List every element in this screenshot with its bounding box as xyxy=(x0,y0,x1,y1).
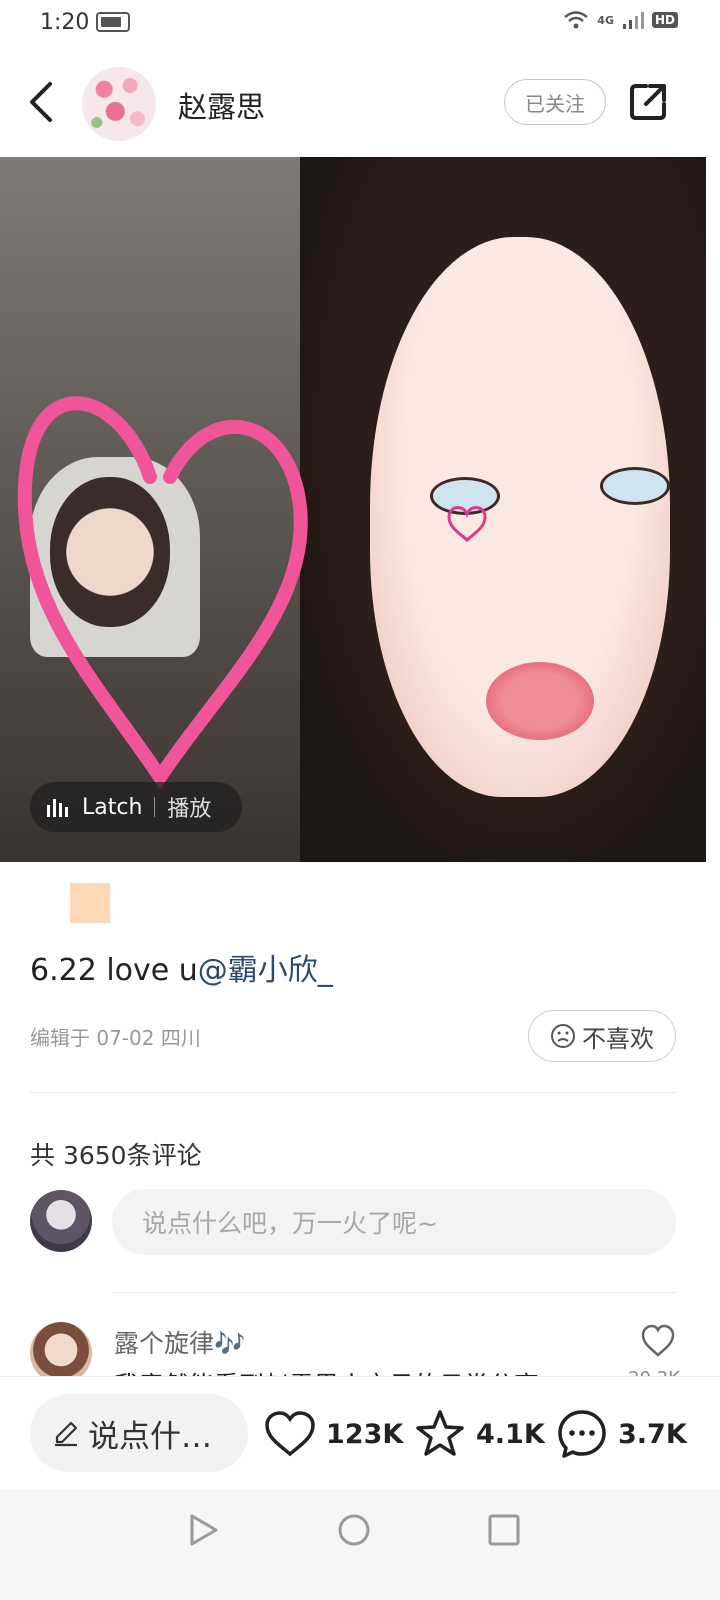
post-photo[interactable] xyxy=(0,157,706,862)
status-indicators: 4G HD xyxy=(563,10,678,30)
comment-total: 3.7K xyxy=(618,1418,687,1450)
share-icon[interactable] xyxy=(626,80,670,124)
pencil-icon xyxy=(55,1421,78,1447)
dislike-label: 不喜欢 xyxy=(582,1024,654,1053)
audio-bars-icon xyxy=(47,799,68,817)
recents-square-icon[interactable] xyxy=(486,1512,522,1548)
status-time: 1:20 xyxy=(40,10,90,35)
star-icon xyxy=(416,1410,464,1456)
sticker-image xyxy=(70,883,110,923)
network-label: 4G xyxy=(597,13,614,27)
heart-doodle xyxy=(17,396,308,790)
music-pill[interactable]: Latch 播放 xyxy=(30,782,242,832)
divider xyxy=(30,1092,676,1093)
caption-text: 6.22 love u xyxy=(30,953,198,988)
system-nav-bar xyxy=(0,1490,720,1600)
wifi-icon xyxy=(564,11,589,29)
dislike-button[interactable]: 不喜欢 xyxy=(528,1010,676,1062)
comment-bubble-icon xyxy=(558,1410,606,1458)
mention-link[interactable]: @霸小欣_ xyxy=(198,953,333,988)
follow-button[interactable]: 已关注 xyxy=(504,79,606,125)
sad-face-icon xyxy=(551,1024,575,1048)
divider xyxy=(112,1292,676,1293)
signal-icon xyxy=(622,12,644,29)
say-label: 说点什… xyxy=(88,1418,212,1455)
home-circle-icon[interactable] xyxy=(336,1512,372,1548)
status-bar: 1:20 4G HD xyxy=(0,0,720,46)
music-title: Latch xyxy=(82,794,143,820)
play-label[interactable]: 播放 xyxy=(167,791,211,823)
author-avatar[interactable] xyxy=(82,67,156,141)
hd-badge: HD xyxy=(651,12,678,28)
comment-count: 共 3650条评论 xyxy=(30,1141,202,1170)
comment-button[interactable]: 3.7K xyxy=(556,1404,687,1464)
say-something-button[interactable]: 说点什… xyxy=(30,1394,248,1472)
battery-icon xyxy=(96,12,130,32)
back-arrow-icon[interactable] xyxy=(22,78,62,126)
like-count: 123K xyxy=(326,1418,404,1450)
my-avatar xyxy=(30,1190,92,1252)
heart-icon xyxy=(265,1411,315,1457)
post-caption: 6.22 love u@霸小欣_ xyxy=(30,945,333,989)
post-meta: 编辑于 07-02 四川 xyxy=(30,1026,201,1050)
commenter-avatar[interactable] xyxy=(30,1322,92,1384)
small-heart-doodle xyxy=(447,506,487,542)
commenter-name[interactable]: 露个旋律🎶 xyxy=(114,1324,245,1360)
heart-icon[interactable] xyxy=(640,1324,676,1358)
author-name[interactable]: 赵露思 xyxy=(178,84,265,126)
favorite-count: 4.1K xyxy=(476,1418,545,1450)
separator xyxy=(154,797,156,817)
favorite-button[interactable]: 4.1K xyxy=(414,1404,545,1464)
back-triangle-icon[interactable] xyxy=(186,1512,222,1548)
comment-input[interactable]: 说点什么吧，万一火了呢~ xyxy=(112,1189,676,1255)
like-button[interactable]: 123K xyxy=(264,1404,403,1464)
